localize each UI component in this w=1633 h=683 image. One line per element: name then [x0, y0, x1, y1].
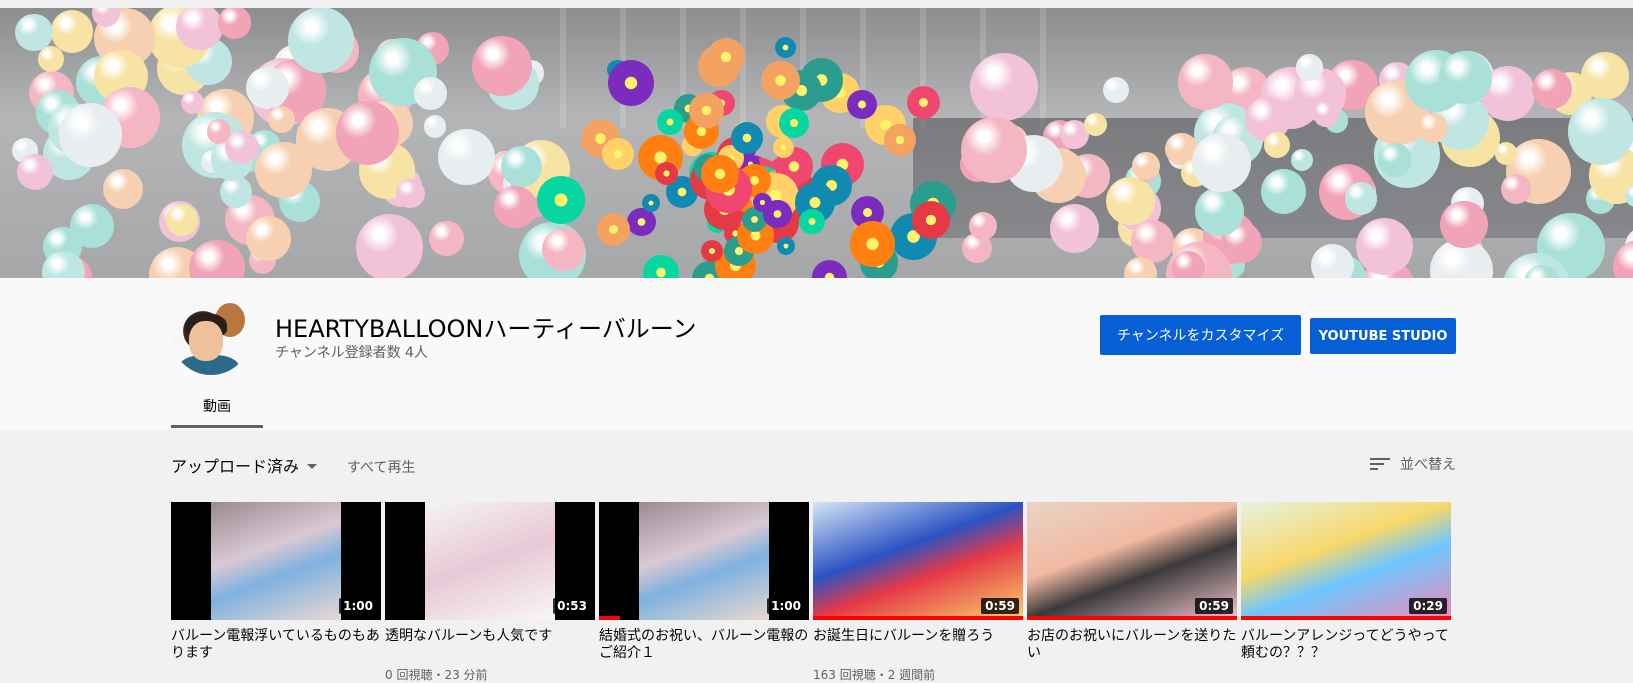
- video-title[interactable]: 透明なバルーンも人気です: [385, 628, 595, 662]
- video-duration: 0:59: [981, 598, 1019, 614]
- video-title[interactable]: 結婚式のお祝い、バルーン電報のご紹介１: [599, 628, 809, 662]
- video-title[interactable]: お誕生日にバルーンを贈ろう: [813, 628, 1023, 662]
- video-thumbnail[interactable]: 0:59: [1027, 502, 1237, 620]
- video-duration: 0:29: [1409, 598, 1447, 614]
- video-meta: 163 回視聴・2 週間前: [813, 668, 936, 682]
- thumbnail-image: [211, 502, 341, 620]
- video-thumbnail[interactable]: 1:00: [171, 502, 381, 620]
- customize-channel-button[interactable]: チャンネルをカスタマイズ: [1100, 315, 1301, 355]
- video-duration: 0:53: [553, 598, 591, 614]
- video-title[interactable]: お店のお祝いにバルーンを送りたい: [1027, 628, 1237, 662]
- watch-progress-bar: [599, 616, 620, 620]
- tab-videos[interactable]: 動画: [171, 384, 263, 428]
- channel-avatar[interactable]: [171, 295, 251, 375]
- upload-filter-dropdown[interactable]: アップロード済み: [171, 453, 318, 477]
- video-thumbnail[interactable]: 0:59: [813, 502, 1023, 620]
- video-duration: 1:00: [767, 598, 805, 614]
- video-title[interactable]: バルーン電報浮いているものもあります: [171, 628, 381, 662]
- thumbnail-image: [639, 502, 769, 620]
- sort-label: 並べ替え: [1400, 457, 1456, 473]
- sort-icon: [1370, 456, 1390, 472]
- watch-progress-bar: [1027, 616, 1237, 620]
- tab-selected-underline: [171, 425, 263, 428]
- thumbnail-image: [425, 502, 555, 620]
- caret-down-icon: [307, 463, 318, 469]
- channel-banner: [0, 8, 1633, 278]
- video-card[interactable]: 1:00 結婚式のお祝い、バルーン電報のご紹介１: [599, 502, 809, 666]
- play-all-link[interactable]: すべて再生: [347, 457, 415, 477]
- video-card[interactable]: 0:53 透明なバルーンも人気です 0 回視聴・23 分前: [385, 502, 595, 683]
- video-meta: 0 回視聴・23 分前: [385, 668, 488, 682]
- video-title[interactable]: バルーンアレンジってどうやって頼むの？？？: [1241, 628, 1451, 662]
- watch-progress-bar: [1241, 616, 1451, 620]
- watch-progress-bar: [813, 616, 1023, 620]
- avatar-face: [189, 321, 223, 361]
- video-card[interactable]: 0:59 お誕生日にバルーンを贈ろう 163 回視聴・2 週間前: [813, 502, 1023, 683]
- video-thumbnail[interactable]: 0:53: [385, 502, 595, 620]
- video-card[interactable]: 0:59 お店のお祝いにバルーンを送りたい: [1027, 502, 1237, 666]
- channel-name: HEARTYBALLOONハーティーバルーン: [275, 315, 697, 343]
- video-thumbnail[interactable]: 0:29: [1241, 502, 1451, 620]
- subscriber-count: チャンネル登録者数 4人: [275, 345, 428, 361]
- video-card[interactable]: 0:29 バルーンアレンジってどうやって頼むの？？？: [1241, 502, 1451, 666]
- video-card[interactable]: 1:00 バルーン電報浮いているものもあります: [171, 502, 381, 666]
- sort-button[interactable]: 並べ替え: [1370, 454, 1456, 474]
- youtube-studio-button[interactable]: YOUTUBE STUDIO: [1310, 318, 1456, 354]
- video-duration: 1:00: [339, 598, 377, 614]
- upload-filter-label: アップロード済み: [171, 457, 300, 476]
- video-duration: 0:59: [1195, 598, 1233, 614]
- video-thumbnail[interactable]: 1:00: [599, 502, 809, 620]
